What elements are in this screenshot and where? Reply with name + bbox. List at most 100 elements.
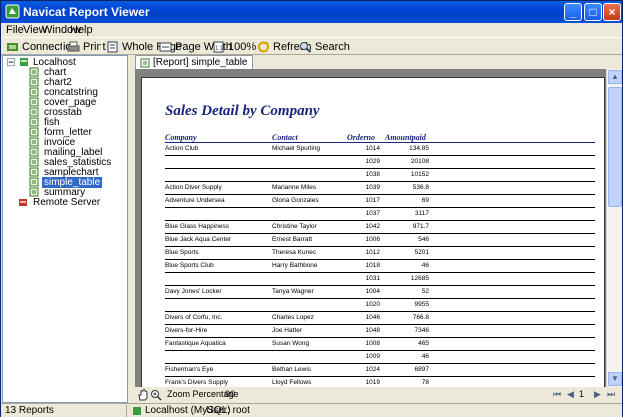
cell-contact: Michael Spurling (272, 145, 321, 152)
status-divider (126, 405, 127, 417)
cell-contact: Joe Hatter (272, 327, 302, 334)
cell-amountpaid: 12685 (410, 275, 429, 282)
table-row: 1031 12685 (165, 273, 595, 286)
cell-amountpaid: 6897 (414, 366, 429, 373)
cell-amountpaid: 52 (421, 288, 429, 295)
cell-orderno: 1037 (365, 210, 380, 217)
col-header-contact: Contact (272, 133, 298, 142)
maximize-button[interactable]: □ (584, 3, 602, 21)
table-row: Action Club Michael Spurling 1014 134.85 (165, 143, 595, 156)
cell-company: Adventure Undersea (165, 197, 225, 204)
cell-amountpaid: 766.8 (412, 314, 429, 321)
cell-company: Davy Jones' Locker (165, 288, 222, 295)
cell-amountpaid: 5201 (414, 249, 429, 256)
report-tree: Localhost chart chart2 concatstring cover_p… (2, 55, 128, 403)
cell-company: Divers of Corfu, Inc. (165, 314, 223, 321)
toolbar-separator (62, 40, 63, 54)
minimize-button[interactable]: _ (564, 3, 582, 21)
cell-company: Frank's Divers Supply (165, 379, 229, 386)
table-row: Fantastique Aquatica Susan Wong 1008 465 (165, 338, 595, 351)
vertical-scrollbar[interactable]: ▲ ▼ (606, 69, 622, 387)
print-button[interactable]: Print (67, 39, 106, 55)
table-row: 1020 9955 (165, 299, 595, 312)
tree-remote-label: Remote Server (33, 197, 101, 208)
menu-file[interactable]: File (6, 24, 24, 36)
cell-amountpaid: 10152 (410, 171, 429, 178)
scroll-down-button[interactable]: ▼ (608, 372, 622, 386)
report-icon (29, 77, 39, 87)
cell-orderno: 1018 (365, 262, 380, 269)
cell-orderno: 1006 (365, 236, 380, 243)
table-row: Action Diver Supply Marianne Miles 1039 536… (165, 182, 595, 195)
cell-amountpaid: 536.8 (412, 184, 429, 191)
cell-orderno: 1039 (365, 184, 380, 191)
col-header-company: Company (165, 133, 197, 142)
search-icon (300, 42, 312, 53)
cell-amountpaid: 46 (421, 353, 429, 360)
navicat-logo-icon (5, 4, 20, 19)
remote-server-icon (19, 199, 27, 206)
tab-label: [Report] simple_table (153, 57, 248, 68)
next-page-button[interactable]: ▶ (594, 389, 601, 400)
first-page-button[interactable]: ⏮ (553, 389, 561, 400)
cell-company: Blue Jack Aqua Center (165, 236, 232, 243)
cell-orderno: 1019 (365, 379, 380, 386)
cell-company: Action Club (165, 145, 199, 152)
cell-orderno: 1017 (365, 197, 380, 204)
scroll-thumb[interactable] (608, 87, 622, 207)
col-header-amountpaid: Amountpaid (385, 133, 426, 142)
cell-company: Blue Sports Club (165, 262, 214, 269)
cell-company: Action Diver Supply (165, 184, 222, 191)
cell-company: Fantastique Aquatica (165, 340, 226, 347)
viewer-bottom-bar: Zoom Percentage 90 ⏮ ◀ 1 ▶ ⏭ (133, 387, 622, 403)
print-label: Print (83, 41, 106, 53)
tab-report-simple-table[interactable]: [Report] simple_table (135, 55, 253, 69)
zoom-tool-icon[interactable] (150, 389, 162, 401)
server-icon (20, 58, 28, 66)
hand-tool-icon[interactable] (137, 389, 149, 401)
cell-contact: Charles Lopez (272, 314, 314, 321)
cell-contact: Gloria Gonzales (272, 197, 319, 204)
window-title: Navicat Report Viewer (23, 5, 150, 19)
search-label: Search (315, 41, 350, 53)
close-button[interactable]: × (603, 3, 621, 21)
expand-minus-icon[interactable] (7, 58, 16, 67)
last-page-button[interactable]: ⏭ (607, 389, 615, 400)
cell-orderno: 1048 (365, 327, 380, 334)
cell-amountpaid: 9955 (414, 301, 429, 308)
cell-contact: Harry Bathbone (272, 262, 318, 269)
cell-orderno: 1031 (365, 275, 380, 282)
cell-orderno: 1038 (365, 171, 380, 178)
printer-icon (67, 41, 80, 52)
cell-orderno: 1042 (365, 223, 380, 230)
table-row: Frank's Divers Supply Lloyd Fellows 1019 78 (165, 377, 595, 387)
cell-orderno: 1014 (365, 145, 380, 152)
connection-icon (7, 43, 18, 51)
scroll-up-button[interactable]: ▲ (608, 70, 622, 84)
menu-help[interactable]: Help (70, 24, 93, 36)
page-number[interactable]: 1 (579, 389, 584, 399)
report-icon (29, 157, 39, 167)
prev-page-button[interactable]: ◀ (567, 389, 574, 400)
cell-amountpaid: 78 (421, 379, 429, 386)
cell-amountpaid: 69 (421, 197, 429, 204)
title-bar: Navicat Report Viewer _ □ × (1, 1, 622, 23)
status-user: User: root (206, 405, 250, 416)
cell-contact: Susan Wong (272, 340, 310, 347)
table-row: Divers-for-Hire Joe Hatter 1048 7346 (165, 325, 595, 338)
toolbar: Connection Print Whole Page Page Width 1… (1, 37, 622, 55)
cell-company: Fisherman's Eye (165, 366, 214, 373)
report-viewer: Sales Detail by Company Company Contact … (135, 69, 606, 387)
app-window: Navicat Report Viewer _ □ × File View Wi… (0, 0, 623, 417)
refresh-icon (258, 41, 269, 53)
panel-splitter[interactable] (128, 55, 132, 403)
zoom-100-button[interactable]: 1:1 100% (212, 39, 256, 55)
report-icon (29, 107, 39, 117)
table-row: Blue Sports Club Harry Bathbone 1018 46 (165, 260, 595, 273)
search-button[interactable]: Search (299, 39, 350, 55)
cell-orderno: 1046 (365, 314, 380, 321)
toolbar-separator (251, 40, 252, 54)
zoom-percentage-value[interactable]: 90 (225, 389, 235, 399)
status-bar: 13 Reports Localhost (MySQL) User: root (1, 403, 622, 417)
cell-amountpaid: 46 (421, 262, 429, 269)
